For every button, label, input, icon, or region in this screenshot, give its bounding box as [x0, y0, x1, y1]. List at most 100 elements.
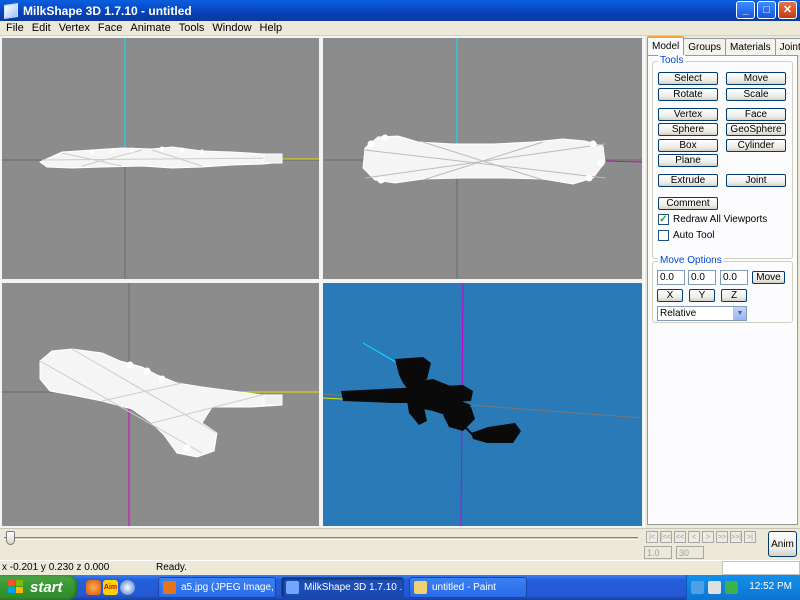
move-options-group: Move Options 0.0 0.0 0.0 Move X Y Z Rela…: [652, 255, 793, 323]
geosphere-button[interactable]: GeoSphere: [726, 123, 786, 136]
task-paint[interactable]: untitled - Paint: [409, 577, 527, 598]
move-x-field[interactable]: 0.0: [657, 270, 685, 285]
total-frames-field[interactable]: 30: [676, 546, 704, 559]
network-icon[interactable]: [691, 581, 704, 594]
current-frame-field[interactable]: 1.0: [644, 546, 672, 559]
close-button[interactable]: ✕: [778, 1, 797, 19]
viewport-side[interactable]: [321, 36, 644, 281]
windows-flag-icon: [8, 580, 25, 595]
front-view-canvas: [2, 38, 319, 279]
next-key-button[interactable]: >>|: [730, 531, 742, 543]
viewport-top[interactable]: [0, 281, 321, 528]
cylinder-button[interactable]: Cylinder: [726, 139, 786, 152]
box-button[interactable]: Box: [658, 139, 718, 152]
maximize-button[interactable]: □: [757, 1, 776, 19]
task-label: MilkShape 3D 1.7.10 ...: [304, 582, 404, 593]
axis-y-toggle[interactable]: Y: [689, 289, 715, 302]
move-tool-button[interactable]: Move: [726, 72, 786, 85]
clock[interactable]: 12:52 PM: [749, 581, 792, 592]
paint-task-icon: [414, 581, 427, 594]
cursor-coordinates: x -0.201 y 0.230 z 0.000: [2, 562, 110, 573]
windows-taskbar: start Aim a5.jpg (JPEG Image, ... MilkSh…: [0, 575, 800, 600]
sphere-button[interactable]: Sphere: [658, 123, 718, 136]
tab-joints[interactable]: Joints: [774, 38, 800, 55]
extrude-button[interactable]: Extrude: [658, 174, 718, 187]
status-panel: [722, 561, 800, 575]
viewport-3d[interactable]: [321, 281, 644, 528]
vertex-button[interactable]: Vertex: [658, 108, 718, 121]
firefox-icon[interactable]: [86, 580, 101, 595]
comment-button[interactable]: Comment: [658, 197, 718, 210]
animation-timeline: |< |<< << < > >> >>| >| 1.0 30: [0, 528, 800, 560]
tab-model[interactable]: Model: [647, 36, 685, 55]
minimize-button[interactable]: _: [736, 1, 755, 19]
chevron-down-icon: ▼: [733, 307, 746, 320]
rewind-button[interactable]: <<: [674, 531, 686, 543]
prev-frame-button[interactable]: <: [688, 531, 700, 543]
aim-icon[interactable]: Aim: [103, 580, 118, 595]
title-bar: MilkShape 3D 1.7.10 - untitled _ □ ✕: [0, 0, 800, 21]
tool-panel: Model Groups Materials Joints Tools Sele…: [644, 36, 800, 528]
volume-icon[interactable]: [708, 581, 721, 594]
timeline-slider-thumb[interactable]: [6, 531, 15, 545]
menu-animate[interactable]: Animate: [126, 22, 174, 34]
prev-key-button[interactable]: |<<: [660, 531, 672, 543]
milkshape-app-icon: [4, 2, 18, 19]
menu-help[interactable]: Help: [256, 22, 287, 34]
3d-view-canvas: [323, 283, 642, 526]
redraw-all-viewports-checkbox[interactable]: ✓ Redraw All Viewports: [658, 214, 767, 225]
menu-file[interactable]: File: [2, 22, 28, 34]
tab-groups[interactable]: Groups: [683, 38, 727, 55]
move-z-field[interactable]: 0.0: [720, 270, 748, 285]
viewport-front[interactable]: [0, 36, 321, 281]
redraw-checkmark: ✓: [658, 214, 669, 225]
menu-face[interactable]: Face: [94, 22, 126, 34]
media-icon[interactable]: [120, 580, 135, 595]
menu-window[interactable]: Window: [208, 22, 255, 34]
axis-z-toggle[interactable]: Z: [721, 289, 747, 302]
axis-x-toggle[interactable]: X: [657, 289, 683, 302]
scale-button[interactable]: Scale: [726, 88, 786, 101]
side-view-canvas: [323, 38, 642, 279]
task-milkshape[interactable]: MilkShape 3D 1.7.10 ...: [281, 577, 404, 598]
first-frame-button[interactable]: |<: [646, 531, 658, 543]
milkshape-task-icon: [286, 581, 299, 594]
tools-group-label: Tools: [658, 55, 686, 66]
start-button[interactable]: start: [0, 575, 78, 600]
move-y-field[interactable]: 0.0: [688, 270, 716, 285]
menu-vertex[interactable]: Vertex: [55, 22, 94, 34]
face-button[interactable]: Face: [726, 108, 786, 121]
joint-button[interactable]: Joint: [726, 174, 786, 187]
move-options-label: Move Options: [658, 255, 724, 266]
top-wireframe-model: [39, 348, 283, 458]
select-button[interactable]: Select: [658, 72, 718, 85]
security-icon[interactable]: [725, 581, 738, 594]
last-frame-button[interactable]: >|: [744, 531, 756, 543]
window-controls: _ □ ✕: [736, 1, 797, 19]
timeline-track[interactable]: [4, 537, 638, 540]
tab-materials[interactable]: Materials: [725, 38, 776, 55]
system-tray: 12:52 PM: [686, 575, 800, 600]
panel-tabs: Model Groups Materials Joints: [647, 36, 800, 55]
move-mode-value: Relative: [660, 308, 697, 319]
top-view-canvas: [2, 283, 319, 526]
menu-tools[interactable]: Tools: [175, 22, 209, 34]
firefox-task-icon: [163, 581, 176, 594]
plane-button[interactable]: Plane: [658, 154, 718, 167]
auto-tool-checkbox[interactable]: Auto Tool: [658, 230, 715, 241]
viewport-area: [0, 36, 644, 528]
start-label: start: [30, 579, 63, 596]
fast-forward-button[interactable]: >>: [716, 531, 728, 543]
menu-bar: File Edit Vertex Face Animate Tools Wind…: [0, 21, 800, 36]
next-frame-button[interactable]: >: [702, 531, 714, 543]
rotate-button[interactable]: Rotate: [658, 88, 718, 101]
model-tab-body: Tools Select Move Rotate Scale Vertex Fa…: [647, 55, 798, 525]
auto-tool-box: [658, 230, 669, 241]
anim-button[interactable]: Anim: [768, 531, 797, 557]
redraw-label: Redraw All Viewports: [673, 214, 768, 225]
status-bar: x -0.201 y 0.230 z 0.000 Ready.: [0, 560, 800, 575]
task-jpeg-image[interactable]: a5.jpg (JPEG Image, ...: [158, 577, 276, 598]
apply-move-button[interactable]: Move: [752, 271, 785, 284]
menu-edit[interactable]: Edit: [28, 22, 55, 34]
move-mode-select[interactable]: Relative ▼: [657, 306, 747, 321]
